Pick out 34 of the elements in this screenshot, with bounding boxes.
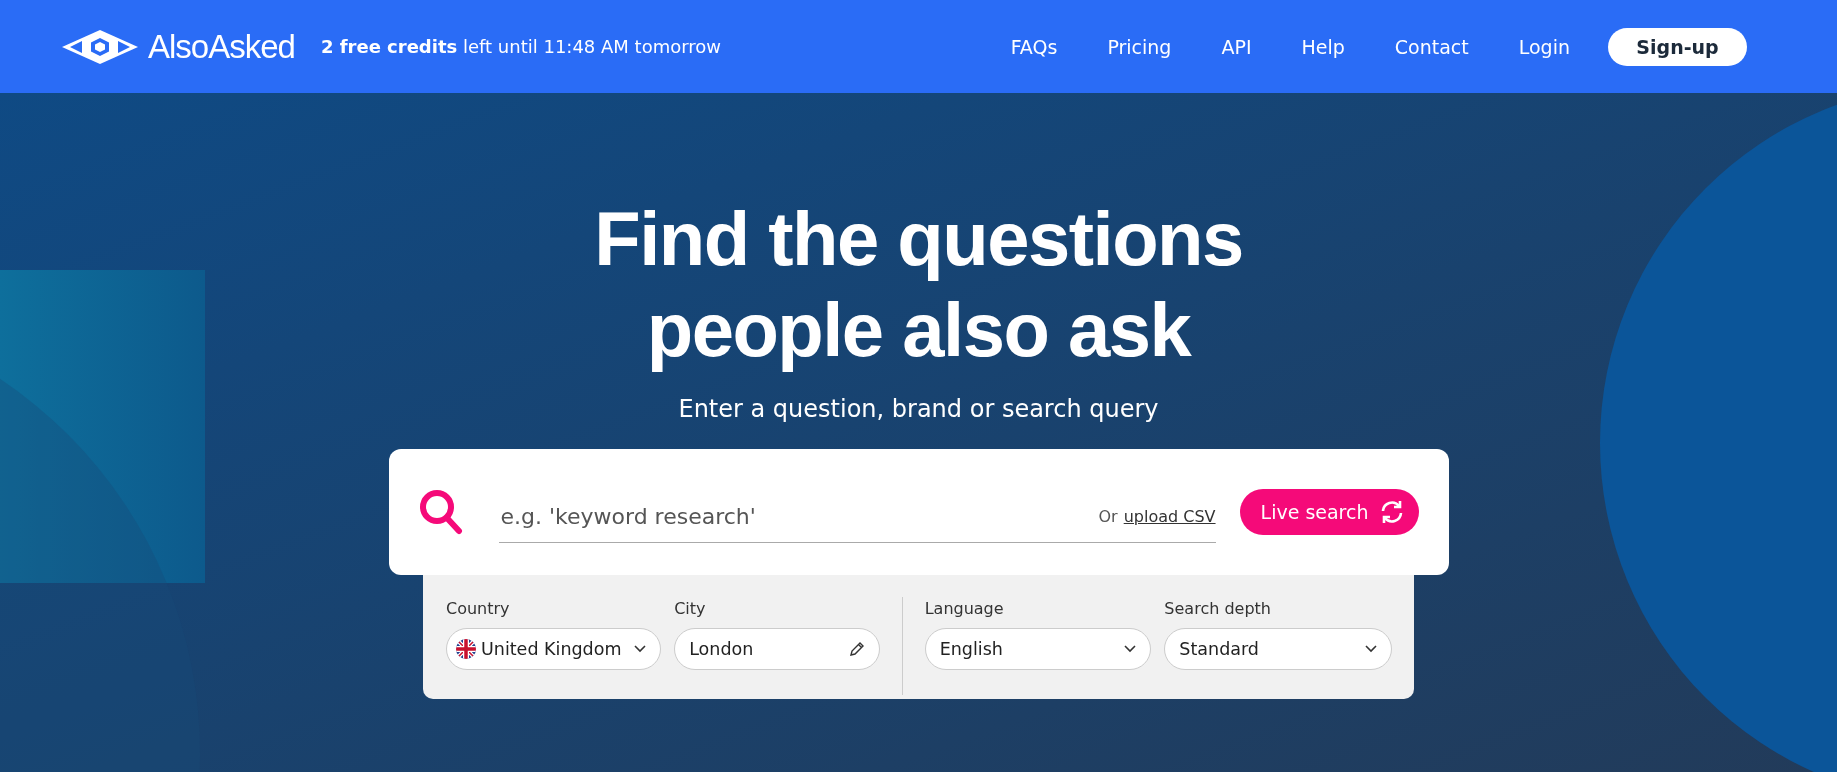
select-value: United Kingdom (481, 639, 623, 659)
search-icon (418, 489, 463, 535)
dropdown-select[interactable]: Standard (1164, 628, 1392, 670)
pencil-icon (848, 641, 865, 657)
nav-link[interactable]: Help (1301, 35, 1345, 58)
hero-title: Find the questions people also ask (594, 195, 1243, 374)
chevron-down-icon (1365, 645, 1377, 653)
select-value: English (939, 639, 1004, 659)
option-label: Country (446, 599, 511, 618)
nav-link[interactable]: Pricing (1107, 35, 1172, 58)
option-label: Search depth (1164, 599, 1272, 618)
city-field[interactable]: London (674, 628, 880, 670)
or-text: Or (1098, 507, 1118, 526)
credits-text: 2 free credits left until 11:48 AM tomorrow (320, 36, 722, 57)
logo-text[interactable]: AlsoAsked (148, 27, 295, 66)
nav-link[interactable]: Contact (1394, 35, 1469, 58)
option-label: City (674, 599, 707, 618)
nav-link[interactable]: FAQs (1010, 35, 1058, 58)
signup-button[interactable]: Sign-up (1608, 27, 1747, 66)
upload-csv-link[interactable]: upload CSV (1123, 507, 1216, 526)
chevron-down-icon (1124, 645, 1137, 653)
hero-subtitle: Enter a question, brand or search query (678, 395, 1159, 423)
nav-link[interactable]: Login (1518, 35, 1570, 58)
flag-icon (456, 639, 476, 659)
select-value: Standard (1179, 639, 1260, 659)
field-value: London (689, 639, 755, 659)
logo-icon (62, 29, 138, 64)
nav-link[interactable]: API (1221, 35, 1252, 58)
dropdown-select[interactable]: English (924, 628, 1152, 670)
country-select[interactable]: United Kingdom (446, 628, 662, 670)
chevron-down-icon (634, 645, 647, 653)
option-label: Language (924, 599, 1005, 618)
live-search-button[interactable]: Live search (1239, 489, 1419, 535)
search-field[interactable]: e.g. 'keyword research' (498, 503, 1099, 530)
